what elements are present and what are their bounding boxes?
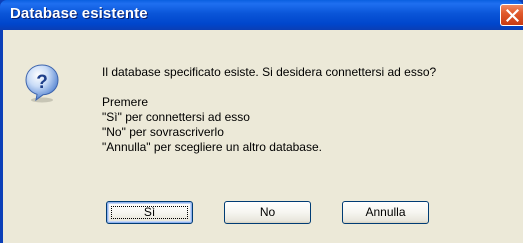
message-line: Premere (102, 95, 149, 109)
message-line: "No" per sovrascriverlo (102, 125, 224, 139)
close-button[interactable] (500, 4, 523, 26)
message-line: "Annulla" per scegliere un altro databas… (102, 140, 322, 154)
dialog-body: ? Il database specificato esiste. Si des… (3, 30, 523, 243)
no-button[interactable]: No (224, 201, 311, 224)
message-line: Il database specificato esiste. Si desid… (102, 65, 437, 79)
window-title: Database esistente (10, 5, 148, 22)
title-bar[interactable]: Database esistente (0, 0, 523, 30)
question-icon: ? (25, 64, 59, 103)
dialog-message: Il database specificato esiste. Si desid… (102, 65, 436, 155)
cancel-button[interactable]: Annulla (342, 201, 429, 224)
no-button-label: No (259, 205, 276, 219)
yes-button[interactable]: Sì (106, 201, 193, 224)
close-icon (506, 9, 519, 22)
message-line: "Sì" per connettersi ad esso (102, 110, 250, 124)
yes-button-label: Sì (143, 205, 156, 219)
svg-text:?: ? (36, 72, 48, 93)
dialog-window: Database esistente ? Il database specifi… (0, 0, 523, 243)
cancel-button-label: Annulla (365, 205, 406, 219)
